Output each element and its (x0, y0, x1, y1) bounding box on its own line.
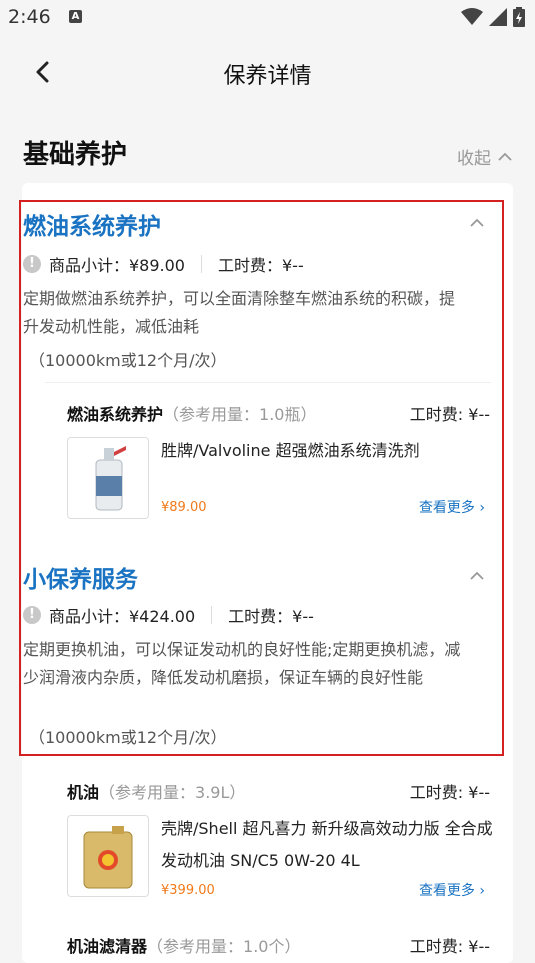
group-collapse-button[interactable] (469, 566, 485, 585)
section-header: 基础养护 收起 (0, 124, 535, 178)
chevron-up-icon (498, 152, 512, 161)
goods-subtotal: 商品小计：¥424.00 (49, 607, 196, 626)
view-more-link[interactable]: 查看更多 › (419, 497, 485, 517)
status-time: 2:46 (8, 6, 51, 28)
service-group-minor-service: 小保养服务 ! 商品小计：¥424.00 工时费：¥-- 定期更换机油，可以保证… (23, 560, 491, 760)
battery-icon (513, 7, 525, 27)
item-name: 燃油系统养护（参考用量：1.0瓶） (67, 405, 317, 424)
product-name[interactable]: 胜牌/Valvoline 超强燃油系统清洗剂 (161, 435, 497, 467)
product-item-fuel-cleaner: 燃油系统养护（参考用量：1.0瓶） 工时费: ¥-- 胜牌/Valvoline … (67, 401, 490, 526)
item-name: 机油滤清器（参考用量：1.0个） (67, 937, 301, 956)
group-title: 小保养服务 (23, 567, 138, 593)
app-bar: 保养详情 (0, 36, 535, 112)
section-title: 基础养护 (23, 140, 128, 170)
system-icons (461, 7, 525, 27)
item-labor-fee: 工时费: ¥-- (409, 783, 490, 802)
product-oil-can-image (83, 826, 133, 889)
view-more-link[interactable]: 查看更多 › (419, 880, 485, 900)
group-collapse-button[interactable] (469, 213, 485, 232)
group-description: 定期做燃油系统养护，可以全面清除整车燃油系统的积碳，提升发动机性能，减低油耗 (23, 289, 456, 336)
group-frequency: （10000km或12个月/次） (29, 728, 227, 747)
product-image[interactable] (67, 815, 149, 897)
chevron-up-icon (470, 218, 484, 227)
info-icon: ! (23, 255, 41, 273)
collapse-label: 收起 (457, 149, 491, 169)
group-frequency: （10000km或12个月/次） (29, 351, 227, 370)
divider (201, 255, 202, 273)
item-labor-fee: 工时费: ¥-- (409, 405, 490, 424)
status-bar: 2:46 A (0, 0, 535, 36)
item-amount: （参考用量：1.0个） (147, 937, 301, 956)
item-name: 机油（参考用量：3.9L） (67, 783, 246, 802)
wifi-icon (461, 8, 483, 25)
product-price: ¥89.00 (161, 500, 207, 515)
labor-fee: 工时费：¥-- (228, 607, 314, 626)
product-name[interactable]: 壳牌/Shell 超凡喜力 新升级高效动力版 全合成发动机油 SN/C5 0W-… (161, 813, 497, 877)
labor-fee: 工时费：¥-- (218, 256, 304, 275)
item-amount: （参考用量：1.0瓶） (163, 405, 317, 424)
product-bottle-image (95, 446, 126, 511)
divider (211, 606, 213, 624)
group-description: 定期更换机油，可以保证发动机的良好性能;定期更换机滤，减少润滑液内杂质，降低发动… (23, 640, 461, 687)
service-group-fuel-system: 燃油系统养护 ! 商品小计：¥89.00 工时费：¥-- 定期做燃油系统养护，可… (23, 207, 491, 377)
item-amount: （参考用量：3.9L） (99, 783, 246, 802)
group-subtotal-row: ! 商品小计：¥424.00 工时费：¥-- (23, 603, 314, 627)
chevron-up-icon (470, 571, 484, 580)
signal-icon (489, 8, 507, 26)
product-image[interactable] (67, 437, 149, 519)
info-icon: ! (23, 606, 41, 624)
goods-subtotal: 商品小计：¥89.00 (49, 256, 185, 275)
group-subtotal-row: ! 商品小计：¥89.00 工时费：¥-- (23, 252, 304, 276)
collapse-button[interactable]: 收起 (457, 144, 513, 169)
page-title: 保养详情 (223, 64, 312, 89)
product-item-engine-oil: 机油（参考用量：3.9L） 工时费: ¥-- 壳牌/Shell 超凡喜力 新升级… (67, 779, 493, 904)
divider (45, 382, 491, 383)
product-item-oil-filter: 机油滤清器（参考用量：1.0个） 工时费: ¥-- (67, 933, 490, 963)
notification-icon: A (69, 10, 82, 23)
product-price: ¥399.00 (161, 883, 215, 898)
item-labor-fee: 工时费: ¥-- (409, 937, 490, 956)
group-title: 燃油系统养护 (23, 214, 161, 240)
